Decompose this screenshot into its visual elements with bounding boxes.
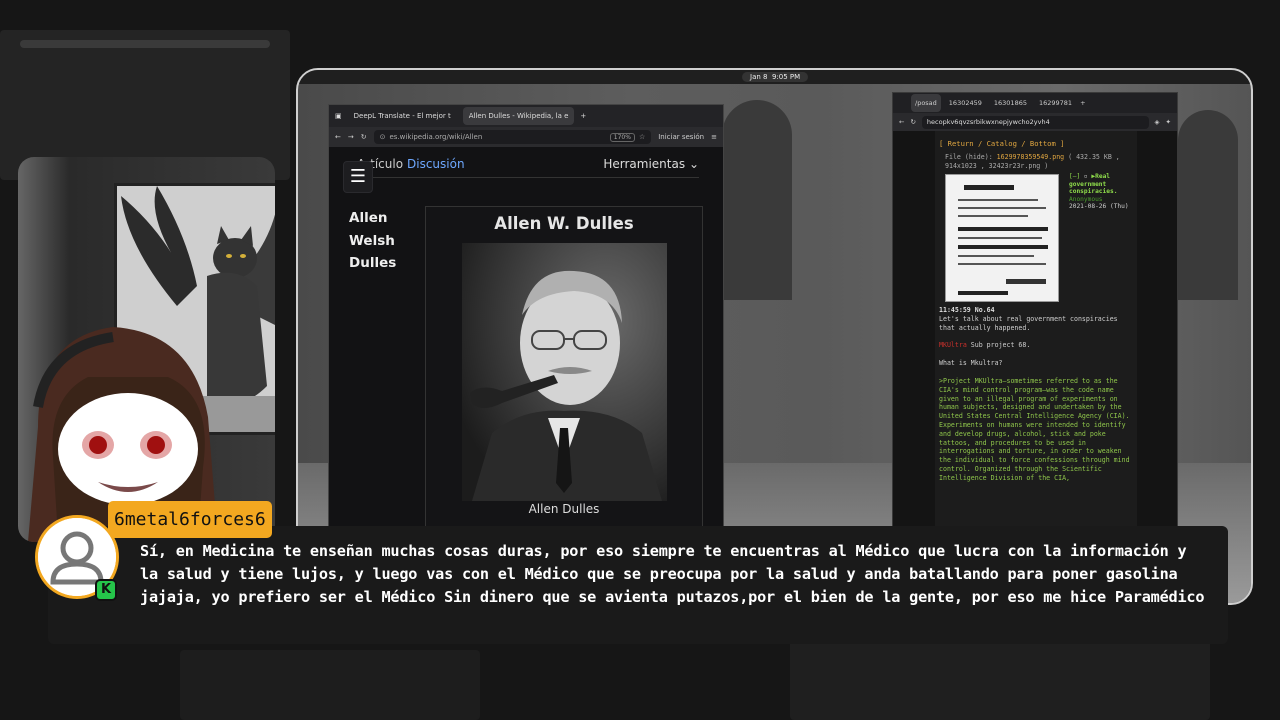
imageboard-thread: [ Return / Catalog / Bottom ] File (hide… <box>935 131 1137 547</box>
zoom-badge[interactable]: 170% <box>609 132 635 142</box>
extensions-icon[interactable]: ✦ <box>1166 118 1171 126</box>
doc-line <box>958 215 1028 217</box>
back-icon[interactable]: ← <box>899 118 904 126</box>
checkbox-icon[interactable]: ▫ <box>1084 173 1088 180</box>
file-label: File <box>945 153 961 161</box>
photo-caption: Allen Dulles <box>528 502 600 516</box>
post-date: 2021-08-26 (Thu) <box>1069 203 1129 210</box>
tab-thread-3[interactable]: 16299781 <box>1035 94 1076 112</box>
tab-label: 16299781 <box>1038 99 1073 107</box>
imageboard-browser-window: /posad 16302459 16301865 16299781 + ← ↻ … <box>892 92 1178 547</box>
tab-label: DeepL Translate - El mejor t <box>353 112 451 120</box>
title-line: Allen <box>349 210 388 226</box>
url-text: hecopkv6qvzsrbikwxnepjywcho2yvh4 <box>926 118 1050 126</box>
post-body-quote: >Project MKUltra—sometimes referred to a… <box>939 377 1130 482</box>
url-text: es.wikipedia.org/wiki/Allen <box>389 133 483 141</box>
doc-line <box>964 185 1014 190</box>
system-top-bar: Jan 8 9:05 PM <box>298 70 1251 84</box>
browser-tab-bar: ▣ DeepL Translate - El mejor t Allen Dul… <box>329 105 723 127</box>
tools-label: Herramientas <box>603 157 686 171</box>
flag-detail: Sub project 68. <box>970 341 1031 349</box>
chat-username: 6metal6forces6 <box>108 501 272 538</box>
title-line: Dulles <box>349 255 397 271</box>
reload-icon[interactable]: ↻ <box>910 118 915 126</box>
background-blur-panel <box>180 650 480 720</box>
tab-wikipedia[interactable]: Allen Dulles - Wikipedia, la e <box>462 107 575 125</box>
doc-line <box>958 207 1046 209</box>
browser-nav-bar: ← → ↻ ⊙ es.wikipedia.org/wiki/Allen 170%… <box>329 127 723 147</box>
forward-icon[interactable]: → <box>348 133 354 141</box>
tab-overview-icon[interactable]: ▣ <box>335 112 342 120</box>
chevron-down-icon: ⌄ <box>688 157 699 171</box>
address-bar[interactable]: hecopkv6qvzsrbikwxnepjywcho2yvh4 <box>921 115 1149 129</box>
menu-icon[interactable]: ≡ <box>711 133 717 141</box>
bookmark-star-icon[interactable]: ☆ <box>639 133 645 141</box>
system-clock[interactable]: Jan 8 9:05 PM <box>742 72 809 82</box>
doc-line <box>958 237 1042 239</box>
tab-label: /posad <box>915 99 937 107</box>
infobox: Allen W. Dulles Allen Dulles <box>425 206 703 545</box>
post-header: [–] ▫ ▶Real government conspiracies. Ano… <box>1069 173 1133 211</box>
tab-thread-1[interactable]: 16302459 <box>945 94 986 112</box>
new-tab-button[interactable]: + <box>580 112 586 120</box>
tab-deepl[interactable]: DeepL Translate - El mejor t <box>348 107 457 125</box>
post-body-intro: Let's talk about real government conspir… <box>939 315 1118 332</box>
post-author: Anonymous <box>1069 195 1103 203</box>
address-bar[interactable]: ⊙ es.wikipedia.org/wiki/Allen 170% ☆ <box>373 130 652 144</box>
tab-label: Allen Dulles - Wikipedia, la e <box>468 112 569 120</box>
wallpaper-arch <box>722 100 792 300</box>
post-body-flag: MKUltra Sub project 68. <box>939 341 1133 350</box>
document-thumbnail[interactable] <box>945 174 1059 302</box>
portrait-svg <box>462 243 667 501</box>
file-hide-link[interactable]: (hide): <box>965 153 993 161</box>
doc-line <box>958 291 1008 295</box>
browser-tab-bar: /posad 16302459 16301865 16299781 + <box>893 93 1177 113</box>
post-controls[interactable]: [–] <box>1069 173 1080 180</box>
reload-icon[interactable]: ↻ <box>361 133 367 141</box>
tools-menu[interactable]: Herramientas ⌄ <box>603 157 699 171</box>
background-blur-panel <box>20 40 270 48</box>
doc-line <box>958 199 1038 201</box>
title-line: Welsh <box>349 232 395 249</box>
doc-line <box>958 263 1046 265</box>
tab-label: 16301865 <box>993 99 1027 107</box>
doc-line <box>958 245 1048 249</box>
wallpaper-arch <box>1178 110 1238 300</box>
portrait-photo[interactable] <box>462 243 667 501</box>
flag-text: MKUltra <box>939 341 967 349</box>
article-short-title: Allen Welsh Dulles <box>349 207 409 275</box>
browser-nav-bar: ← ↻ hecopkv6qvzsrbikwxnepjywcho2yvh4 ◈ ✦ <box>893 113 1177 131</box>
tab-thread-2[interactable]: 16301865 <box>990 94 1031 112</box>
post-body-question: What is Mkultra? <box>939 359 1003 367</box>
webcam-feed <box>18 157 275 542</box>
wiki-page-tabs: Artículo Discusión Herramientas ⌄ <box>349 154 699 178</box>
wikipedia-page: Artículo Discusión Herramientas ⌄ ☰ Alle… <box>329 147 723 545</box>
post-number[interactable]: 11:45:59 No.64 <box>939 306 995 314</box>
board-nav-links[interactable]: [ Return / Catalog / Bottom ] <box>939 139 1065 148</box>
signin-button[interactable]: Iniciar sesión <box>658 133 704 141</box>
clock-time: 9:05 PM <box>771 73 801 81</box>
doc-line <box>1006 279 1046 284</box>
platform-badge-icon: K <box>95 579 117 601</box>
table-of-contents-button[interactable]: ☰ <box>343 161 373 193</box>
tab-discussion[interactable]: Discusión <box>407 157 465 171</box>
file-info: File (hide): 1629978359549.png ( 432.35 … <box>945 153 1133 171</box>
stream-canvas: Jan 8 9:05 PM ▣ DeepL Translate - El mej… <box>0 0 1280 720</box>
infobox-title: Allen W. Dulles <box>494 214 634 233</box>
file-name-link[interactable]: 1629978359549.png <box>997 153 1065 161</box>
doc-line <box>958 227 1048 231</box>
tab-label: 16302459 <box>948 99 982 107</box>
wikipedia-browser-window: ▣ DeepL Translate - El mejor t Allen Dul… <box>328 104 724 545</box>
doc-line <box>958 255 1034 257</box>
desktop-screen: Jan 8 9:05 PM ▣ DeepL Translate - El mej… <box>296 68 1253 605</box>
new-tab-button[interactable]: + <box>1080 99 1085 107</box>
background-blur-panel <box>790 640 1210 720</box>
back-icon[interactable]: ← <box>335 133 341 141</box>
tab-posad[interactable]: /posad <box>911 94 941 112</box>
lock-icon: ⊙ <box>379 133 386 141</box>
clock-date: Jan 8 <box>750 73 768 81</box>
chat-message-text: Sí, en Medicina te enseñan muchas cosas … <box>140 542 1205 606</box>
shield-icon[interactable]: ◈ <box>1155 118 1160 126</box>
